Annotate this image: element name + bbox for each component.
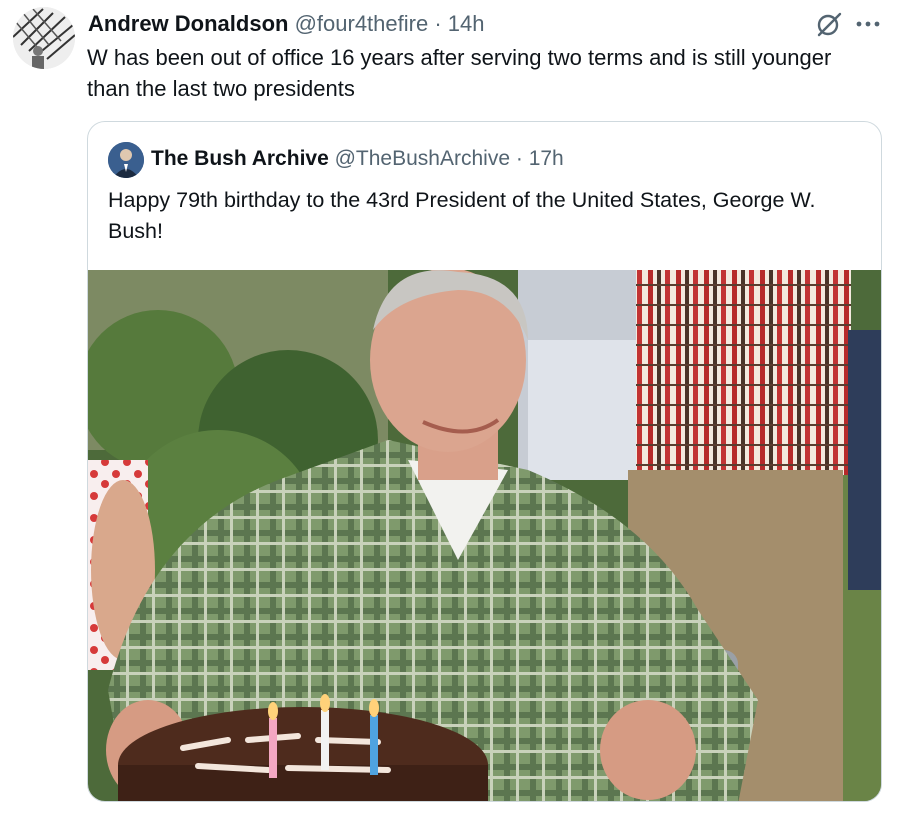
quoted-tweet-time[interactable]: 17h (529, 147, 564, 170)
quoted-author-avatar[interactable] (108, 142, 144, 178)
quoted-tweet-text: Happy 79th birthday to the 43rd Presiden… (108, 188, 816, 243)
author-name[interactable]: Andrew Donaldson (88, 11, 288, 36)
author-avatar[interactable] (13, 7, 75, 69)
quoted-tweet[interactable]: The Bush Archive @TheBushArchive · 17h H… (87, 121, 882, 802)
tweet-header: Andrew Donaldson @four4thefire · 14h (88, 10, 485, 38)
tweet-photo[interactable] (88, 270, 881, 801)
more-options-icon[interactable] (852, 9, 886, 39)
tweet-time[interactable]: 14h (448, 11, 485, 36)
quoted-author-name[interactable]: The Bush Archive (151, 147, 329, 170)
author-handle[interactable]: @four4thefire (295, 11, 429, 36)
separator-dot: · (434, 11, 442, 36)
quoted-tweet-header: The Bush Archive @TheBushArchive · 17h (151, 145, 564, 173)
quoted-author-handle[interactable]: @TheBushArchive (335, 147, 510, 170)
grok-icon[interactable] (814, 9, 844, 39)
tweet-text: W has been out of office 16 years after … (87, 45, 832, 101)
separator-dot: · (515, 147, 523, 170)
